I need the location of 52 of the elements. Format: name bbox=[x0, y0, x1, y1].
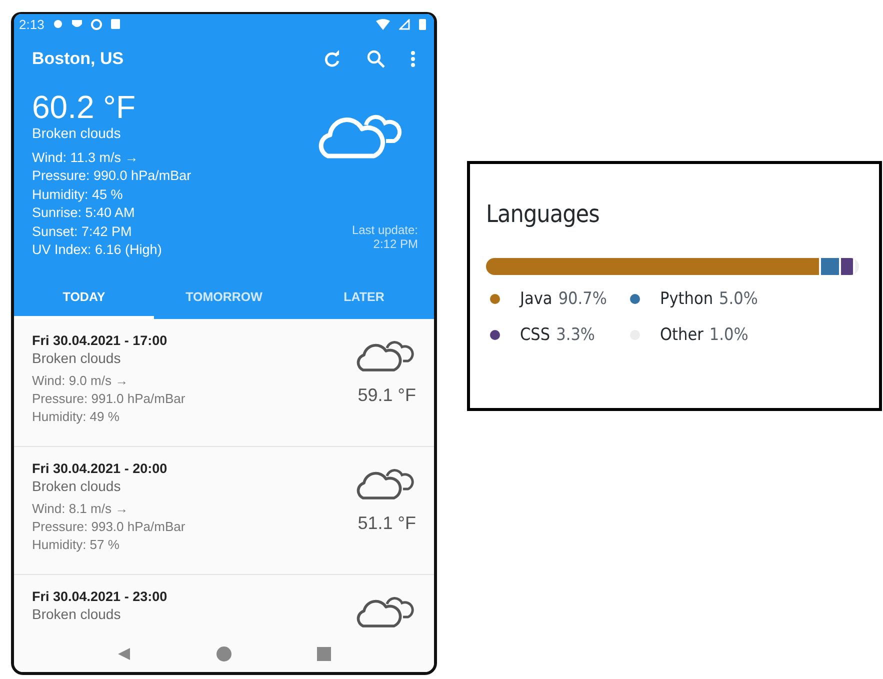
weather-detail: Sunset: 7:42 PM bbox=[32, 222, 133, 241]
search-icon[interactable] bbox=[366, 49, 386, 69]
weather-detail: Wind: 11.3 m/s → bbox=[32, 149, 140, 167]
forecast-detail: Humidity: 49 % bbox=[32, 408, 120, 426]
language-name: Python bbox=[660, 289, 714, 309]
ring-icon bbox=[91, 18, 102, 30]
forecast-item[interactable]: Fri 30.04.2021 - 17:00 Broken clouds Wind: 9.0 m/s → Pressure: 991.0 hPa/mBar Humidity: 49 % 59.1 °F bbox=[14, 319, 434, 448]
languages-title: Languages bbox=[486, 200, 600, 228]
forecast-description: Broken clouds bbox=[32, 478, 122, 494]
more-menu-icon[interactable] bbox=[410, 49, 416, 69]
forecast-detail: Pressure: 993.0 hPa/mBar bbox=[32, 518, 186, 536]
forecast-datetime: Fri 30.04.2021 - 17:00 bbox=[32, 333, 168, 348]
language-percent: 5.0% bbox=[719, 289, 758, 309]
last-update-text: Last update: bbox=[352, 223, 418, 238]
back-icon[interactable] bbox=[116, 647, 131, 661]
forecast-detail: Wind: 8.1 m/s → bbox=[32, 500, 130, 518]
forecast-temperature: 59.1 °F bbox=[358, 385, 416, 406]
forecast-detail: Pressure: 991.0 hPa/mBar bbox=[32, 390, 186, 408]
signal-icon bbox=[399, 18, 410, 30]
cloud-icon bbox=[354, 339, 416, 374]
forecast-datetime: Fri 30.04.2021 - 20:00 bbox=[32, 461, 168, 476]
weather-detail: Humidity: 45 % bbox=[32, 186, 124, 204]
language-percent: 3.3% bbox=[556, 325, 595, 345]
forecast-datetime: Fri 30.04.2021 - 23:00 bbox=[32, 589, 168, 604]
language-name: Java bbox=[520, 289, 552, 309]
language-percent: 90.7% bbox=[558, 289, 607, 309]
cloud-icon bbox=[354, 467, 416, 502]
forecast-item[interactable]: Fri 30.04.2021 - 20:00 Broken clouds Wind: 8.1 m/s → Pressure: 993.0 hPa/mBar Humidity: 57 % 51.1 °F bbox=[14, 447, 434, 576]
battery-icon bbox=[419, 18, 426, 30]
weather-detail: UV Index: 6.16 (High) bbox=[32, 241, 163, 260]
current-temperature: 60.2 °F bbox=[32, 89, 137, 125]
cloud-icon bbox=[354, 595, 416, 630]
language-name: CSS bbox=[520, 325, 550, 345]
sd-card-icon bbox=[111, 19, 120, 29]
language-percent: 1.0% bbox=[709, 325, 748, 345]
forecast-detail: Wind: 9.0 m/s → bbox=[32, 372, 130, 390]
wifi-icon bbox=[376, 18, 390, 30]
city-title: Boston, US bbox=[32, 49, 124, 69]
home-icon[interactable] bbox=[216, 646, 232, 662]
forecast-description: Broken clouds bbox=[32, 350, 122, 366]
forecast-temperature: 51.1 °F bbox=[358, 513, 416, 534]
recents-icon[interactable] bbox=[317, 647, 332, 661]
forecast-detail: Humidity: 57 % bbox=[32, 536, 120, 554]
weather-description: Broken clouds bbox=[32, 125, 122, 141]
status-time: 2:13 bbox=[19, 16, 44, 32]
shield-icon bbox=[72, 19, 82, 29]
weather-detail: Sunrise: 5:40 AM bbox=[32, 204, 136, 222]
forecast-description: Broken clouds bbox=[32, 606, 122, 622]
weather-detail: Pressure: 990.0 hPa/mBar bbox=[32, 167, 192, 186]
language-name: Other bbox=[660, 325, 704, 345]
refresh-icon[interactable] bbox=[322, 49, 342, 69]
last-update-text: 2:12 PM bbox=[373, 237, 418, 252]
